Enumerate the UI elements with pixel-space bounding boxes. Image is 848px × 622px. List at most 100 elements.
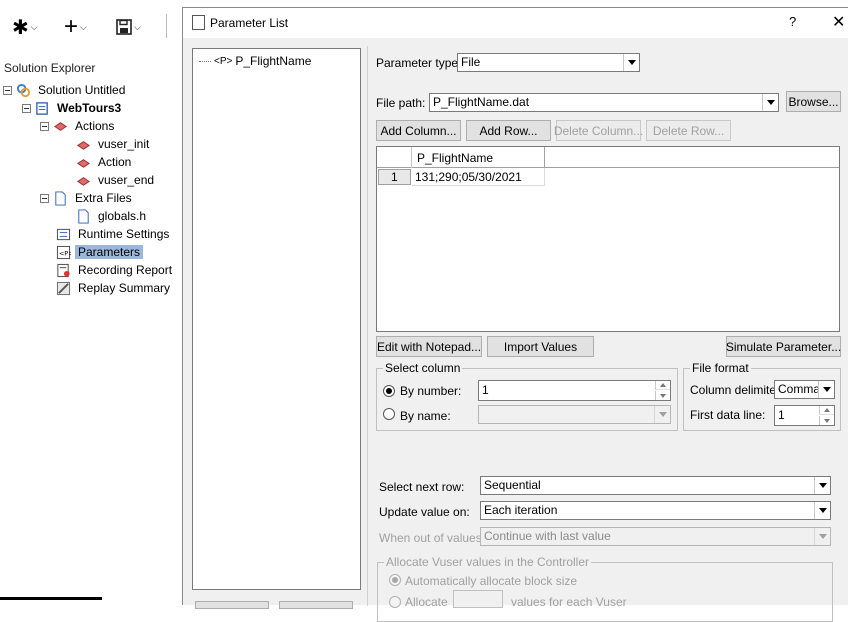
file-path-label: File path: <box>376 96 426 110</box>
edit-with-notepad-button[interactable]: Edit with Notepad... <box>376 336 482 357</box>
select-next-row-label: Select next row: <box>379 480 465 494</box>
manual-allocate-label: Allocate <box>405 595 448 609</box>
out-of-values-select[interactable]: Continue with last value <box>480 527 831 546</box>
tree-item-actions[interactable]: Actions <box>40 117 117 135</box>
tree-item-action[interactable]: Action <box>76 153 134 171</box>
parameter-type-select[interactable]: File <box>457 53 640 72</box>
dropdown-arrow-icon[interactable] <box>814 528 830 545</box>
row-number: 1 <box>391 170 398 184</box>
file-icon <box>55 190 66 206</box>
collapse-icon[interactable] <box>22 103 31 113</box>
help-button[interactable]: ? <box>789 14 796 29</box>
tree-item-action[interactable]: vuser_init <box>76 135 152 153</box>
grid-column-header[interactable]: P_FlightName <box>417 151 493 165</box>
tree-item-recording-report[interactable]: Recording Report <box>56 261 175 279</box>
select-next-row-select[interactable]: Sequential <box>480 476 831 495</box>
collapse-icon[interactable] <box>40 193 49 203</box>
tree-item-project[interactable]: WebTours3 <box>22 99 124 117</box>
parameter-item[interactable]: <P> P_FlightName <box>199 54 311 68</box>
dialog-titlebar[interactable]: Parameter List ? ✕ <box>183 8 848 38</box>
column-number-input[interactable]: 1 <box>478 380 671 401</box>
column-delimiter-select[interactable]: Comma <box>774 380 835 399</box>
dropdown-arrow-icon[interactable] <box>762 94 778 111</box>
action-file-icon <box>77 140 90 150</box>
add-button[interactable]: + ⌵ <box>64 13 87 40</box>
out-of-values-value: Continue with last value <box>484 529 611 543</box>
dialog-footer-button[interactable] <box>195 601 269 609</box>
spin-down-icon[interactable] <box>655 391 670 400</box>
collapse-icon[interactable] <box>40 121 49 131</box>
tree-item-replay-summary[interactable]: Replay Summary <box>56 279 173 297</box>
file-path-value: P_FlightName.dat <box>433 95 530 109</box>
column-number-value: 1 <box>482 383 489 397</box>
row-divider <box>412 185 545 186</box>
tree-label: Parameters <box>75 245 144 259</box>
parameter-list[interactable]: <P> P_FlightName <box>192 48 361 590</box>
solution-explorer-title: Solution Explorer <box>4 61 96 75</box>
tree-label: Actions <box>75 119 115 133</box>
allocate-count-input[interactable] <box>453 590 503 608</box>
spin-down-icon[interactable] <box>819 416 834 425</box>
manual-allocate-radio[interactable] <box>389 596 401 608</box>
browse-button[interactable]: Browse... <box>786 91 841 112</box>
tree-label: Recording Report <box>78 263 173 277</box>
actions-icon <box>54 121 67 131</box>
delete-column-button[interactable]: Delete Column... <box>554 120 643 141</box>
column-name-select[interactable] <box>478 405 671 424</box>
new-button[interactable]: ✱ ⌵ <box>12 14 38 40</box>
first-data-line-input[interactable]: 1 <box>774 405 835 426</box>
simulate-parameter-button[interactable]: Simulate Parameter... <box>726 336 841 357</box>
by-name-label: By name: <box>400 409 451 423</box>
collapse-icon[interactable] <box>3 85 12 95</box>
dialog-footer-button[interactable] <box>279 601 353 609</box>
spin-up-icon[interactable] <box>819 406 834 415</box>
asterisk-icon: ✱ <box>12 16 29 39</box>
dropdown-arrow-icon[interactable] <box>814 477 830 494</box>
solution-icon <box>16 83 31 97</box>
project-icon <box>36 101 48 115</box>
dropdown-arrow-icon[interactable] <box>818 381 834 398</box>
update-value-select[interactable]: Each iteration <box>480 501 831 520</box>
tree-item-runtime-settings[interactable]: Runtime Settings <box>56 225 172 243</box>
tree-label: Replay Summary <box>78 281 171 295</box>
tree-item-solution[interactable]: Solution Untitled <box>3 81 128 99</box>
action-file-icon <box>77 158 90 168</box>
auto-allocate-radio[interactable] <box>389 574 401 586</box>
replay-summary-icon <box>56 281 71 295</box>
grid-corner-cell <box>377 147 412 168</box>
column-delimiter-value: Comma <box>778 382 821 396</box>
tree-label: vuser_end <box>98 173 155 187</box>
delete-row-button[interactable]: Delete Row... <box>646 120 731 141</box>
settings-icon <box>56 228 71 240</box>
action-file-icon <box>77 176 90 186</box>
dropdown-arrow-icon[interactable] <box>654 406 670 423</box>
tree-item-parameters[interactable]: <P> Parameters <box>56 243 144 261</box>
tree-item-action[interactable]: vuser_end <box>76 171 157 189</box>
dropdown-arrow-icon[interactable] <box>623 54 639 71</box>
plus-icon: + <box>64 13 79 40</box>
svg-text:<P>: <P> <box>59 249 71 257</box>
group-caption: Allocate Vuser values in the Controller <box>384 555 591 569</box>
dropdown-arrow-icon[interactable] <box>814 502 830 519</box>
chevron-down-icon: ⌵ <box>30 21 38 32</box>
tree-label: Action <box>98 155 132 169</box>
by-name-radio[interactable] <box>383 408 395 420</box>
tree-label: vuser_init <box>98 137 150 151</box>
tree-item-file[interactable]: globals.h <box>76 207 149 225</box>
close-icon[interactable]: ✕ <box>832 12 845 32</box>
add-column-button[interactable]: Add Column... <box>376 120 461 141</box>
save-button[interactable]: ⌵ <box>116 14 141 40</box>
grid-cell[interactable]: 131;290;05/30/2021 <box>415 170 522 184</box>
file-path-select[interactable]: P_FlightName.dat <box>429 93 779 112</box>
tree-item-extra-files[interactable]: Extra Files <box>40 189 135 207</box>
by-number-radio[interactable] <box>383 385 395 397</box>
status-indicator-bar <box>0 597 102 600</box>
file-icon <box>78 208 89 224</box>
import-values-button[interactable]: Import Values <box>487 336 594 357</box>
parameter-data-grid[interactable]: P_FlightName 1 131;290;05/30/2021 <box>376 146 840 332</box>
dialog-icon <box>192 15 205 30</box>
add-row-button[interactable]: Add Row... <box>466 120 551 141</box>
spin-up-icon[interactable] <box>655 381 670 390</box>
parameters-icon: <P> <box>56 245 71 259</box>
column-divider[interactable] <box>544 147 545 168</box>
